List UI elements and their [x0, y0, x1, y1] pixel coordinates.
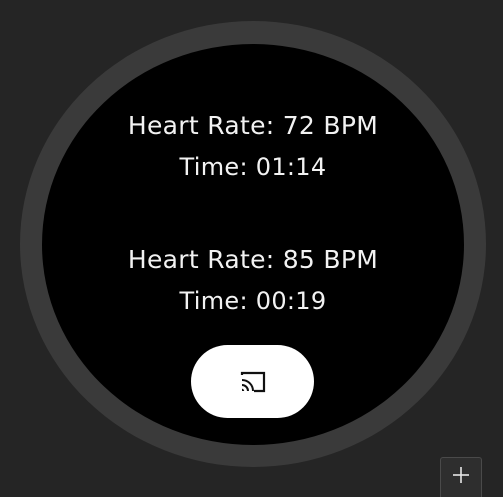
time-reading-1: Time: 01:14: [179, 153, 327, 181]
time-reading-2: Time: 00:19: [179, 287, 327, 315]
plus-icon: [451, 465, 471, 490]
heart-rate-reading-1: Heart Rate: 72 BPM: [127, 111, 379, 140]
heart-rate-reading-2: Heart Rate: 85 BPM: [127, 245, 379, 274]
cast-icon: [239, 370, 267, 394]
watch-screen: Heart Rate: 72 BPM Time: 01:14 Heart Rat…: [42, 44, 464, 445]
emulator-stage: Heart Rate: 72 BPM Time: 01:14 Heart Rat…: [0, 0, 503, 497]
add-button[interactable]: [440, 457, 482, 497]
cast-button[interactable]: [191, 345, 314, 418]
